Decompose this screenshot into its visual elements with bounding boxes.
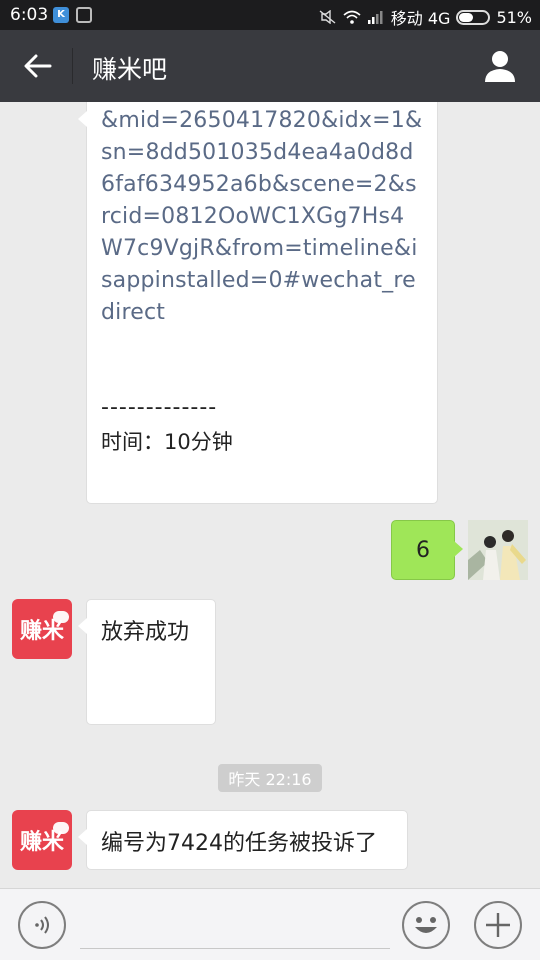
message-input[interactable]: [80, 903, 390, 949]
bot-avatar[interactable]: 赚米: [12, 810, 72, 870]
message-complaint-text: 编号为7424的任务被投诉了: [101, 831, 377, 856]
status-right: 移动 4G 51%: [319, 5, 532, 29]
plus-icon: [486, 913, 510, 937]
status-time: 6:03: [10, 5, 49, 25]
header-divider: [72, 48, 73, 84]
chat-title: 赚米吧: [92, 55, 168, 84]
battery-fill: [459, 12, 474, 22]
message-abandon-bubble[interactable]: 放弃成功: [78, 599, 216, 725]
message-abandon-text: 放弃成功: [101, 620, 190, 645]
input-bar: [0, 888, 540, 960]
back-arrow-icon: [24, 54, 52, 78]
task-time-text: 时间：10分钟: [101, 430, 233, 454]
cloud-icon: [53, 611, 69, 623]
back-button[interactable]: [16, 46, 60, 86]
message-link-bubble[interactable]: &mid=2650417820&idx=1&sn=8dd501035d4ea4a…: [78, 102, 438, 504]
voice-icon: [35, 916, 49, 934]
person-icon: [485, 51, 515, 82]
wifi-icon: [343, 10, 361, 24]
carrier-label: 移动 4G: [390, 9, 451, 28]
battery-icon: [456, 9, 491, 25]
more-options-button[interactable]: [474, 901, 522, 949]
chat-area[interactable]: &mid=2650417820&idx=1&sn=8dd501035d4ea4a…: [0, 102, 540, 888]
smiley-icon: [415, 917, 437, 933]
message-complaint-bubble[interactable]: 编号为7424的任务被投诉了: [78, 810, 408, 870]
sent-message-bubble[interactable]: 6: [391, 520, 463, 580]
cloud-icon: [53, 822, 69, 834]
bot-avatar[interactable]: 赚米: [12, 599, 72, 659]
chat-header: 赚米吧: [0, 30, 540, 102]
mute-icon: [319, 10, 336, 24]
voice-input-button[interactable]: [18, 901, 66, 949]
user-avatar-photo: [468, 520, 528, 580]
emoji-button[interactable]: [402, 901, 450, 949]
battery-percent: 51%: [496, 7, 532, 27]
profile-button[interactable]: [482, 48, 518, 84]
status-bar: 6:03 K 移动 4G 51%: [0, 0, 540, 30]
app-notification-icon: K: [53, 7, 69, 23]
separator-line: -------------: [101, 395, 218, 420]
user-avatar[interactable]: [468, 520, 528, 580]
screenshot-notification-icon: [76, 7, 92, 23]
signal-icon: [367, 11, 383, 24]
sent-message-text: 6: [416, 537, 430, 563]
timestamp-chip: 昨天 22:16: [218, 764, 322, 792]
article-link[interactable]: &mid=2650417820&idx=1&sn=8dd501035d4ea4a…: [101, 105, 423, 329]
